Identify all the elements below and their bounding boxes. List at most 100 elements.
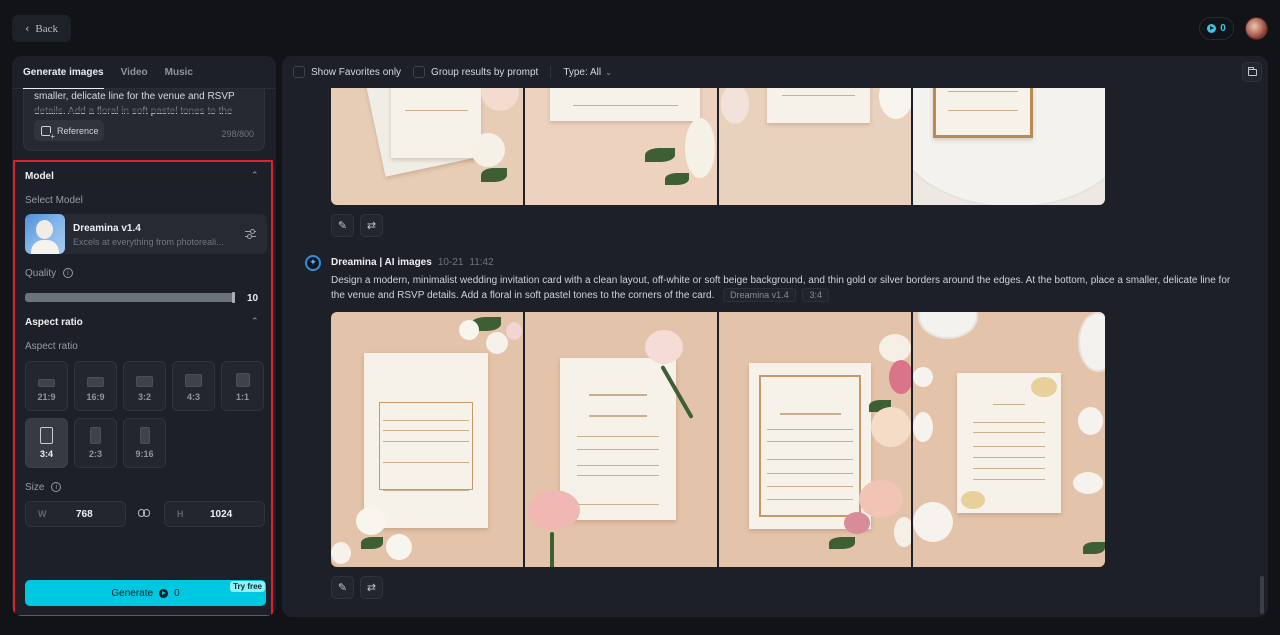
- message-date: 10-21: [437, 257, 464, 268]
- model-settings-icon[interactable]: [245, 228, 256, 240]
- ratio-label: 3:2: [137, 392, 151, 402]
- ratio-option-1-1[interactable]: 1:1: [221, 361, 264, 411]
- generate-cost: 0: [174, 587, 180, 599]
- link-icon[interactable]: [138, 509, 150, 517]
- checkbox-icon: [413, 66, 426, 78]
- height-field[interactable]: H 1024: [164, 501, 265, 527]
- model-thumbnail: [25, 214, 65, 254]
- back-button[interactable]: ‹ Back: [12, 15, 71, 42]
- tab-music[interactable]: Music: [165, 56, 193, 89]
- dreamina-bot-icon: ✦: [305, 255, 321, 271]
- collapse-model-icon[interactable]: ⌃: [251, 172, 259, 181]
- result-image[interactable]: [719, 312, 911, 567]
- height-value[interactable]: 1024: [210, 509, 232, 520]
- folder-icon: [1247, 66, 1257, 76]
- model-tag: Dreamina v1.4: [723, 288, 796, 303]
- quality-label: Quality: [25, 268, 57, 279]
- regenerate-button[interactable]: ⇄: [360, 214, 383, 237]
- result-image[interactable]: [913, 312, 1105, 567]
- leaf: [829, 537, 855, 549]
- flower: [356, 507, 386, 535]
- width-prefix: W: [38, 509, 47, 519]
- result-image[interactable]: [331, 312, 523, 567]
- ratio-option-4-3[interactable]: 4:3: [172, 361, 215, 411]
- folder-button[interactable]: [1242, 62, 1262, 82]
- quality-slider-fill: [25, 293, 235, 302]
- result-image[interactable]: [525, 312, 717, 567]
- edit-button[interactable]: ✎: [331, 214, 354, 237]
- regenerate-icon: ⇄: [366, 581, 377, 594]
- flower: [879, 334, 911, 362]
- width-value[interactable]: 768: [76, 509, 93, 520]
- generate-button[interactable]: Generate 0 Try free: [25, 580, 266, 606]
- quality-label-row: Quality i: [25, 268, 73, 279]
- reference-button[interactable]: Reference: [34, 120, 104, 141]
- ratio-16-9-icon: [87, 377, 104, 387]
- stem: [550, 532, 554, 567]
- type-filter-label: Type: All: [563, 66, 602, 78]
- settings-section: Model ⌃ Select Model Dreamina v1.4 Excel…: [13, 160, 273, 616]
- flower: [1073, 472, 1103, 494]
- ratio-option-16-9[interactable]: 16:9: [74, 361, 117, 411]
- quality-slider[interactable]: [25, 292, 235, 303]
- flower: [386, 534, 412, 560]
- ratio-21-9-icon: [38, 379, 55, 387]
- size-label: Size: [25, 482, 45, 493]
- flower: [459, 320, 479, 340]
- message-header: Dreamina | AI images 10-21 11:42: [331, 257, 494, 268]
- quality-slider-handle[interactable]: [232, 292, 235, 303]
- flower: [913, 502, 953, 542]
- toolbar-divider: [550, 66, 552, 78]
- prompt-fade: [24, 103, 264, 113]
- invitation-card: [957, 373, 1061, 513]
- flower: [331, 542, 351, 564]
- collapse-aspect-icon[interactable]: ⌃: [251, 318, 259, 327]
- generate-label: Generate: [111, 587, 154, 599]
- ratio-label: 16:9: [86, 392, 105, 402]
- credits-badge[interactable]: 0: [1199, 17, 1234, 40]
- aspect-ratio-label: Aspect ratio: [25, 341, 78, 352]
- group-by-prompt-checkbox[interactable]: Group results by prompt: [413, 66, 538, 78]
- edit-button[interactable]: ✎: [331, 576, 354, 599]
- model-section-title: Model: [25, 171, 54, 182]
- ratio-option-3-4[interactable]: 3:4: [25, 418, 68, 468]
- leaf: [361, 537, 383, 549]
- reference-label: Reference: [57, 125, 99, 136]
- flower: [506, 322, 522, 340]
- aspect-section-title: Aspect ratio: [25, 317, 83, 328]
- chevron-left-icon: ‹: [24, 22, 30, 35]
- info-icon[interactable]: i: [51, 482, 62, 493]
- tab-generate-images[interactable]: Generate images: [23, 56, 104, 90]
- ratio-option-3-2[interactable]: 3:2: [123, 361, 166, 411]
- user-avatar[interactable]: [1245, 17, 1268, 40]
- flower: [913, 412, 933, 442]
- flower: [894, 517, 911, 547]
- credit-coin-icon: [159, 588, 169, 598]
- prompt-input[interactable]: smaller, delicate line for the venue and…: [23, 89, 265, 151]
- show-favorites-checkbox[interactable]: Show Favorites only: [293, 66, 401, 78]
- quality-value: 10: [247, 293, 259, 304]
- ratio-1-1-icon: [235, 373, 250, 387]
- generation-panel: Generate images Video Music smaller, del…: [12, 56, 276, 616]
- regenerate-button[interactable]: ⇄: [360, 576, 383, 599]
- ratio-option-21-9[interactable]: 21:9: [25, 361, 68, 411]
- message-author: Dreamina | AI images: [331, 257, 432, 268]
- ratio-tag: 3:4: [802, 288, 829, 303]
- tab-video[interactable]: Video: [121, 56, 148, 89]
- info-icon[interactable]: i: [62, 268, 73, 279]
- ratio-option-9-16[interactable]: 9:16: [123, 418, 166, 468]
- edit-icon: ✎: [337, 581, 348, 594]
- flower: [1078, 407, 1103, 435]
- back-label: Back: [35, 22, 58, 35]
- invitation-card: [560, 358, 676, 520]
- ratio-label: 3:4: [39, 449, 53, 459]
- results-scrollbar[interactable]: [1260, 576, 1264, 614]
- width-field[interactable]: W 768: [25, 501, 126, 527]
- type-filter-dropdown[interactable]: Type: All ⌄: [563, 67, 612, 78]
- model-selector[interactable]: Dreamina v1.4 Excels at everything from …: [25, 214, 267, 254]
- leaf: [645, 148, 675, 162]
- ratio-label: 21:9: [37, 392, 56, 402]
- ratio-label: 2:3: [88, 449, 102, 459]
- ratio-option-2-3[interactable]: 2:3: [74, 418, 117, 468]
- ratio-9-16-icon: [139, 427, 150, 444]
